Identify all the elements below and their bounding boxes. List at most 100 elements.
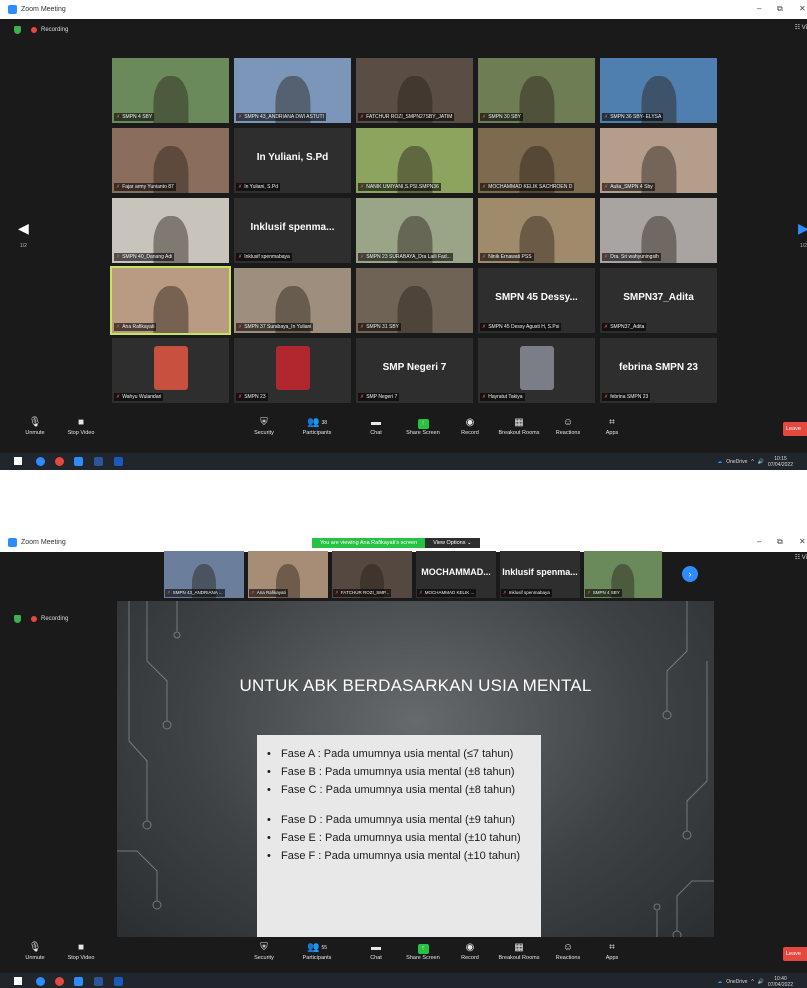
view-button[interactable]: ☷ Vi — [795, 554, 807, 561]
participant-tile[interactable]: ✗ SMPN 31 SBY — [356, 268, 473, 333]
record-button[interactable]: ◉ Record — [443, 941, 497, 961]
participant-tile[interactable]: ✗ NANIK UMIYANI,S.PSI.SMPN36 — [356, 128, 473, 193]
participant-name-label: ✗ SMPN 31 SBY — [358, 323, 401, 331]
security-button[interactable]: ⛨ Security — [237, 416, 291, 436]
minimize-icon[interactable]: – — [757, 4, 761, 13]
participant-tile[interactable]: ✗ Ana Rafikayati — [248, 551, 328, 598]
participant-tile[interactable]: ✗ FATCHUR ROZI_SMP... — [332, 551, 412, 598]
windows-start-icon[interactable] — [14, 457, 22, 465]
participant-tile[interactable]: ✗ SMPN 36 SBY- ELYSA — [600, 58, 717, 123]
participant-tile[interactable]: MOCHAMMAD... ✗ MOCHAMMAD KELIK ... — [416, 551, 496, 598]
zoom-taskbar-icon[interactable] — [74, 977, 83, 986]
muted-mic-icon: ✗ — [116, 114, 121, 120]
share-screen-button[interactable]: ↑ Share Screen — [396, 416, 450, 436]
record-icon: ◉ — [465, 942, 475, 953]
chrome-icon[interactable] — [55, 977, 64, 986]
muted-mic-icon: ✗ — [604, 324, 609, 330]
record-button[interactable]: ◉ Record — [443, 416, 497, 436]
chat-button[interactable]: ▬ Chat — [349, 941, 403, 961]
breakout-rooms-button[interactable]: ▦ Breakout Rooms — [492, 416, 546, 436]
participant-name: FATCHUR ROZI_SMP... — [340, 590, 390, 595]
word-icon[interactable] — [114, 457, 123, 466]
participant-tile[interactable]: ✗ SMPN 4 SBY — [112, 58, 229, 123]
onedrive-label[interactable]: OneDrive — [726, 459, 747, 465]
previous-page-icon[interactable]: ◀ — [18, 220, 29, 237]
stop-video-button[interactable]: ■ Stop Video — [54, 416, 108, 436]
maximize-icon[interactable]: ⧉ — [777, 4, 783, 14]
participant-tile[interactable]: Inklusif spenma... ✗ Inklusif spenmabaya — [234, 198, 351, 263]
edge-icon[interactable] — [36, 977, 45, 986]
chat-button[interactable]: ▬ Chat — [349, 416, 403, 436]
zoom-app-icon — [8, 538, 17, 547]
participant-tile[interactable]: ✗ SMPN 37 Surabaya_In Yuliani — [234, 268, 351, 333]
view-button[interactable]: ☷ Vi — [795, 24, 807, 31]
leave-button[interactable]: Leave — [783, 422, 807, 436]
shield-icon[interactable] — [14, 26, 21, 34]
participant-tile[interactable]: ✗ SMPN 43_ANDRIANA DWI ASTUTI — [234, 58, 351, 123]
file-explorer-icon[interactable] — [94, 457, 103, 466]
participants-icon: 👥 55 — [306, 942, 327, 953]
participant-tile[interactable]: SMPN37_Adita ✗ SMPN37_Adita — [600, 268, 717, 333]
participant-tile[interactable]: ✗ SMPN 23 SURABAYA_Dra Laili Fad... — [356, 198, 473, 263]
participant-name-label: ✗ FATCHUR ROZI_SMPN27SBY_JATIM — [358, 113, 455, 121]
participant-tile[interactable]: SMPN 45 Dessy... ✗ SMPN 45 Dessy Agusti H,… — [478, 268, 595, 333]
apps-button[interactable]: ⌗ Apps — [585, 941, 639, 961]
participant-name-label: ✗ NANIK UMIYANI,S.PSI.SMPN36 — [358, 183, 441, 191]
zoom-taskbar-icon[interactable] — [74, 457, 83, 466]
participant-tile[interactable]: ✗ Ana Rafikayati — [110, 266, 231, 335]
participant-tile[interactable]: ✗ FATCHUR ROZI_SMPN27SBY_JATIM — [356, 58, 473, 123]
breakout-rooms-button[interactable]: ▦ Breakout Rooms — [492, 941, 546, 961]
close-icon[interactable]: ✕ — [799, 4, 806, 13]
participants-button[interactable]: 👥 38 Participants — [290, 416, 344, 436]
view-options-button[interactable]: View Options ⌄ — [425, 538, 480, 548]
participant-tile[interactable]: In Yuliani, S.Pd ✗ In Yuliani, S.Pd — [234, 128, 351, 193]
participant-tile[interactable]: ✗ SMPN 23 — [234, 338, 351, 403]
chrome-icon[interactable] — [55, 457, 64, 466]
participant-tile[interactable]: ✗ Fajar army Yunianto 87 — [112, 128, 229, 193]
onedrive-label[interactable]: OneDrive — [726, 979, 747, 985]
participant-tile[interactable]: ✗ Hayratut Takiya — [478, 338, 595, 403]
maximize-icon[interactable]: ⧉ — [777, 537, 783, 547]
stop-video-button[interactable]: ■ Stop Video — [54, 941, 108, 961]
minimize-icon[interactable]: – — [757, 537, 761, 546]
word-icon[interactable] — [114, 977, 123, 986]
participant-tile[interactable]: Inklusif spenma... ✗ Inklusif spenmabaya — [500, 551, 580, 598]
participant-tile[interactable]: ✗ SMPN 43_ANDRIANA ... — [164, 551, 244, 598]
shield-icon[interactable] — [14, 615, 21, 623]
leave-button[interactable]: Leave — [783, 947, 807, 961]
zoom-gallery-screenshot: Zoom Meeting – ⧉ ✕ Recording ☷ Vi ◀ 1/2 … — [0, 0, 807, 470]
participant-tile[interactable]: ✗ SMPN 4 SBY — [584, 551, 662, 598]
participant-tile[interactable]: ✗ Aulia_SMPN 4 Sby — [600, 128, 717, 193]
muted-mic-icon: ✗ — [360, 324, 365, 330]
volume-icon[interactable]: 🔊 — [758, 459, 764, 465]
tray-expand-icon[interactable]: ^ — [751, 979, 753, 985]
participant-name: SMPN 31 SBY — [366, 324, 399, 330]
participant-tile[interactable]: SMP Negeri 7 ✗ SMP Negeri 7 — [356, 338, 473, 403]
participant-name: SMPN 40_Danang Adi — [122, 254, 173, 260]
edge-icon[interactable] — [36, 457, 45, 466]
volume-icon[interactable]: 🔊 — [758, 979, 764, 985]
share-screen-button[interactable]: ↑ Share Screen — [396, 941, 450, 961]
taskbar-clock[interactable]: 10:40 07/04/2022 — [768, 976, 793, 988]
next-page-icon[interactable]: ▶ — [798, 220, 807, 237]
windows-start-icon[interactable] — [14, 977, 22, 985]
muted-mic-icon: ✗ — [482, 114, 487, 120]
apps-button[interactable]: ⌗ Apps — [585, 416, 639, 436]
close-icon[interactable]: ✕ — [799, 537, 806, 546]
file-explorer-icon[interactable] — [94, 977, 103, 986]
participant-tile[interactable]: ✗ MOCHAMMAD KELIK SACHROEN D — [478, 128, 595, 193]
taskbar-clock[interactable]: 10:15 07/04/2022 — [768, 456, 793, 468]
strip-next-icon[interactable]: › — [682, 566, 698, 582]
participant-tile[interactable]: ✗ Wahyu Wulandari — [112, 338, 229, 403]
participant-tile[interactable]: febrina SMPN 23 ✗ febrina SMPN 23 — [600, 338, 717, 403]
participants-button[interactable]: 👥 55 Participants — [290, 941, 344, 961]
security-button[interactable]: ⛨ Security — [237, 941, 291, 961]
tray-expand-icon[interactable]: ^ — [751, 459, 753, 465]
toolbar-label: Apps — [605, 430, 619, 436]
participant-tile[interactable]: ✗ SMPN 30 SBY — [478, 58, 595, 123]
participant-tile[interactable]: ✗ Dra. Sri wahyuningsih — [600, 198, 717, 263]
participant-tile[interactable]: ✗ SMPN 40_Danang Adi — [112, 198, 229, 263]
participant-tile[interactable]: ✗ Ninik Ernawati PSS — [478, 198, 595, 263]
participant-name-label: ✗ SMPN 23 SURABAYA_Dra Laili Fad... — [358, 253, 453, 261]
onedrive-icon: ☁ — [717, 979, 723, 985]
